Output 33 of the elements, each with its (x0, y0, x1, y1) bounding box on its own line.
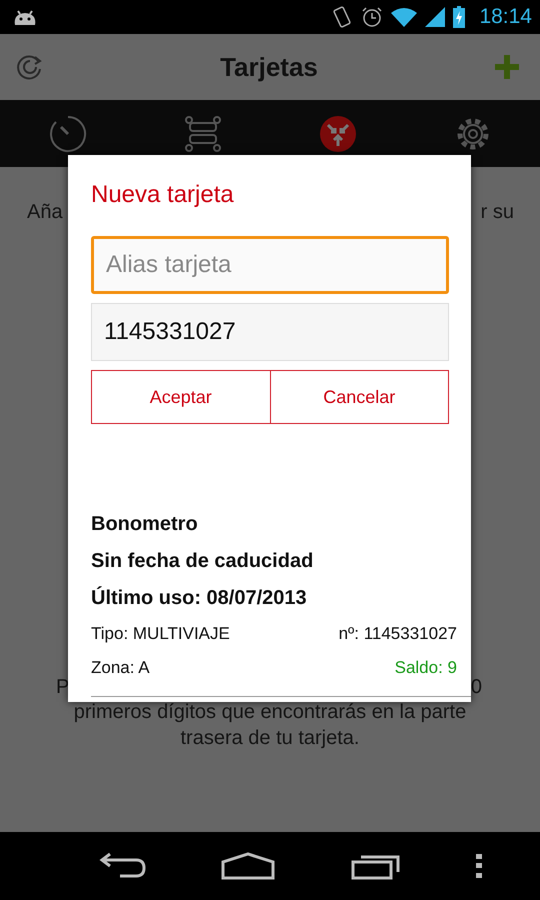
app-title: Tarjetas (220, 52, 318, 82)
dialog-button[interactable]: Cancelar (270, 370, 449, 424)
background-text: r su (480, 201, 514, 224)
dialog-title: Nueva tarjeta (91, 181, 235, 209)
signal-icon (425, 7, 446, 27)
card-expiry: Sin fecha de caducidad (91, 549, 314, 574)
card-number-input-field[interactable]: 1145331027 (91, 303, 449, 361)
network-icon (184, 114, 222, 152)
vibrate-icon (331, 6, 354, 28)
dialog-button[interactable]: Aceptar (91, 370, 270, 424)
background-text: primeros dígitos que encontrarás en la parte (72, 700, 468, 725)
card-name: Bonometro (91, 512, 199, 537)
alarm-icon (361, 6, 384, 28)
card-type: Tipo: MULTIVIAJE (91, 623, 230, 645)
card-number: nº: 1145331027 (338, 623, 457, 645)
background-text: P (56, 676, 70, 699)
card-arrows-icon (318, 114, 356, 152)
background-text: 0 (470, 676, 482, 699)
card-zone: Zona: A (91, 657, 150, 679)
status-time: 18:14 (479, 5, 532, 29)
android-icon (12, 8, 38, 26)
home-icon[interactable] (221, 852, 276, 880)
overflow-menu-icon[interactable] (476, 854, 482, 878)
card-last-use: Último uso: 08/07/2013 (91, 585, 308, 611)
wifi-icon (391, 7, 418, 27)
battery-icon (453, 6, 466, 28)
timer-icon (48, 114, 86, 152)
background-text: trasera de tu tarjeta. (180, 726, 360, 751)
alias-input-field[interactable]: Alias tarjeta (91, 236, 449, 294)
card-balance: Saldo: 9 (394, 657, 457, 679)
refresh-icon[interactable] (16, 53, 44, 81)
back-icon[interactable] (98, 852, 146, 880)
background-text: Aña (27, 201, 63, 224)
